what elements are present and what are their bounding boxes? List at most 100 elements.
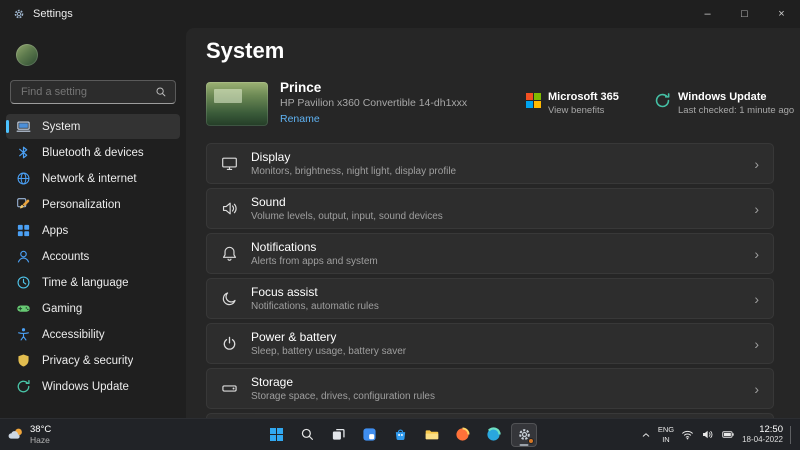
sidebar-item-apps[interactable]: Apps	[6, 218, 180, 243]
ms365-title: Microsoft 365	[548, 91, 619, 103]
settings-window: Settings – □ × System	[0, 0, 800, 450]
titlebar: Settings – □ ×	[0, 0, 800, 28]
sidebar-item-label: Network & internet	[42, 172, 137, 185]
sidebar-item-label: System	[42, 120, 81, 133]
display-icon	[221, 155, 238, 172]
apps-icon	[16, 223, 31, 238]
language-indicator[interactable]: ENG IN	[658, 425, 674, 444]
clock[interactable]: 12:50 18-04-2022	[742, 424, 783, 446]
close-button[interactable]: ×	[763, 0, 800, 28]
weather-widget-button[interactable]: 38°C Haze	[8, 424, 51, 446]
settings-app-button[interactable]	[511, 422, 537, 447]
sidebar-item-system[interactable]: System	[6, 114, 180, 139]
card-title: Display	[251, 150, 291, 164]
card-power-battery[interactable]: Power & battery Sleep, battery usage, ba…	[206, 323, 774, 364]
search-input[interactable]	[19, 85, 149, 99]
sidebar-item-accounts[interactable]: Accounts	[6, 244, 180, 269]
taskbar-search-button[interactable]	[294, 423, 320, 447]
maximize-button[interactable]: □	[726, 0, 763, 28]
card-focus-assist[interactable]: Focus assist Notifications, automatic ru…	[206, 278, 774, 319]
accounts-icon	[16, 249, 31, 264]
sound-icon	[221, 200, 238, 217]
sidebar-item-accessibility[interactable]: Accessibility	[6, 322, 180, 347]
chevron-right-icon: ›	[754, 200, 759, 217]
sidebar-item-label: Accounts	[42, 250, 90, 263]
windows-update-icon	[654, 92, 671, 109]
firefox-button[interactable]	[449, 423, 475, 447]
device-name: Prince	[280, 80, 322, 95]
edge-icon	[486, 427, 501, 442]
task-view-button[interactable]	[325, 423, 351, 447]
settings-update-badge	[528, 437, 534, 444]
microsoft-365-tile[interactable]: Microsoft 365 View benefits	[526, 91, 646, 116]
sidebar-item-label: Accessibility	[42, 328, 105, 341]
sun-cloud-icon	[8, 426, 24, 442]
sidebar-item-privacy-security[interactable]: Privacy & security	[6, 348, 180, 373]
windows-update-icon	[16, 379, 31, 394]
window-controls: – □ ×	[689, 0, 800, 28]
device-info: Prince HP Pavilion x360 Convertible 14-d…	[280, 80, 526, 127]
card-subtitle: Alerts from apps and system	[251, 256, 378, 267]
show-desktop-button[interactable]	[790, 425, 794, 444]
card-notifications[interactable]: Notifications Alerts from apps and syste…	[206, 233, 774, 274]
firefox-icon	[455, 427, 470, 442]
card-title: Notifications	[251, 240, 317, 254]
avatar	[16, 44, 38, 66]
weather-condition: Haze	[30, 435, 50, 446]
search-icon	[300, 427, 315, 442]
notifications-icon	[221, 245, 238, 262]
card-subtitle: Storage space, drives, configuration rul…	[251, 391, 435, 402]
taskbar: 38°C Haze ENG IN 12:50 18-04-2022	[0, 418, 800, 450]
network-icon	[16, 171, 31, 186]
sidebar-item-time-language[interactable]: Time & language	[6, 270, 180, 295]
chevron-right-icon: ›	[754, 245, 759, 262]
sidebar-item-bluetooth-devices[interactable]: Bluetooth & devices	[6, 140, 180, 165]
battery-icon[interactable]	[721, 428, 735, 441]
card-display[interactable]: Display Monitors, brightness, night ligh…	[206, 143, 774, 184]
microsoft-365-icon	[526, 93, 541, 108]
rename-link[interactable]: Rename	[280, 113, 320, 125]
sidebar-item-gaming[interactable]: Gaming	[6, 296, 180, 321]
time-language-icon	[16, 275, 31, 290]
card-subtitle: Sleep, battery usage, battery saver	[251, 346, 407, 357]
active-app-indicator	[519, 443, 529, 446]
wifi-icon[interactable]	[681, 428, 694, 441]
card-sound[interactable]: Sound Volume levels, output, input, soun…	[206, 188, 774, 229]
sidebar-item-label: Gaming	[42, 302, 83, 315]
sidebar-item-personalization[interactable]: Personalization	[6, 192, 180, 217]
search-icon	[155, 86, 167, 98]
account-button[interactable]	[0, 42, 186, 68]
sidebar-item-label: Privacy & security	[42, 354, 134, 367]
taskbar-apps	[263, 422, 537, 447]
volume-icon[interactable]	[701, 428, 714, 441]
sidebar-nav: System Bluetooth & devices Network & int…	[0, 114, 186, 399]
card-subtitle: Monitors, brightness, night light, displ…	[251, 166, 457, 177]
personalization-icon	[16, 197, 31, 212]
tray-chevron-up-icon[interactable]	[641, 430, 651, 440]
sidebar-item-label: Apps	[42, 224, 69, 237]
focus-assist-icon	[221, 290, 238, 307]
start-button[interactable]	[263, 423, 289, 447]
sidebar-item-network-internet[interactable]: Network & internet	[6, 166, 180, 191]
page-title: System	[206, 38, 285, 63]
widgets-button[interactable]	[356, 423, 382, 447]
shield-icon	[16, 353, 31, 368]
store-button[interactable]	[387, 423, 413, 447]
language-code: ENG	[657, 425, 675, 435]
windows-update-tile[interactable]: Windows Update Last checked: 1 minute ag…	[654, 91, 794, 116]
chevron-right-icon: ›	[754, 380, 759, 397]
search-box[interactable]	[10, 80, 176, 104]
sidebar-item-windows-update[interactable]: Windows Update	[6, 374, 180, 399]
main-content: System Prince HP Pavilion x360 Convertib…	[186, 28, 800, 418]
edge-button[interactable]	[480, 423, 506, 447]
window-title: Settings	[33, 8, 73, 20]
weather-temp: 38°C	[30, 423, 52, 435]
minimize-button[interactable]: –	[689, 0, 726, 28]
file-explorer-icon	[424, 427, 439, 442]
card-title: Power & battery	[251, 330, 337, 344]
card-title: Sound	[251, 195, 286, 209]
tray-date: 18-04-2022	[742, 435, 783, 445]
file-explorer-button[interactable]	[418, 423, 444, 447]
card-storage[interactable]: Storage Storage space, drives, configura…	[206, 368, 774, 409]
card-subtitle: Volume levels, output, input, sound devi…	[251, 211, 443, 222]
